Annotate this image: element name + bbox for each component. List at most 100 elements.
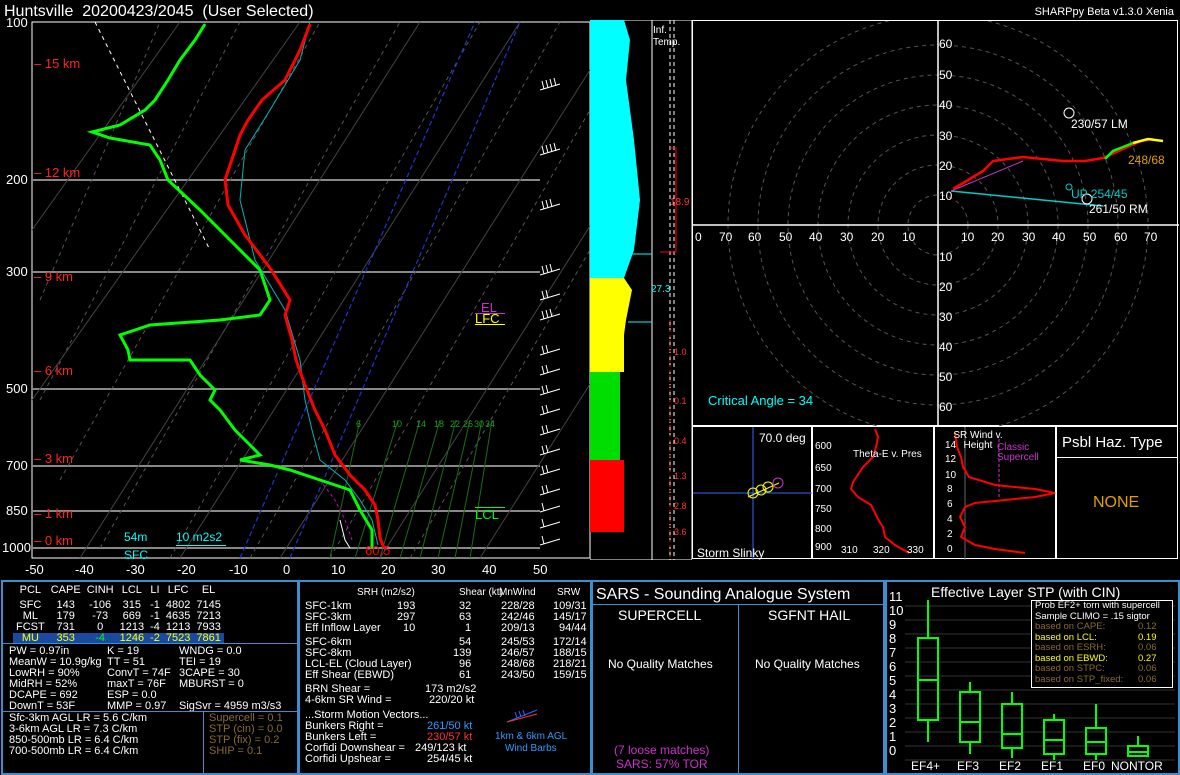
sfc-temp: 60.5 (365, 543, 391, 558)
pressure-label: 100 (6, 15, 28, 30)
temp-tick: 20 (381, 562, 396, 577)
inf-temp-value: 2.8 (674, 501, 687, 511)
thetae-panel[interactable]: 600 650 700 750 800 900 Theta-E v. Pres … (812, 426, 934, 559)
srwind-panel[interactable]: 14 12 10 8 6 4 2 0 SR Wind v. Height Cla… (934, 426, 1056, 560)
version-label: SHARPpy Beta v1.3.0 Xenia (1034, 6, 1174, 18)
hodo-tick: 50 (1083, 230, 1097, 244)
sars-tor: SARS: 57% TOR (616, 757, 708, 771)
mixing-ratio-label: 30 (474, 419, 485, 429)
temp-tick: -30 (126, 562, 145, 577)
thetae-xtick: 320 (873, 545, 890, 556)
hodo-tick: 50 (779, 230, 793, 244)
kin-header: Shear (kt) (459, 587, 503, 598)
srwind-tick: 4 (947, 514, 953, 525)
srwind-tick: 6 (947, 499, 953, 510)
pressure-label: 1000 (2, 540, 31, 555)
indices-col3: WNDG = 0.0 TEI = 19 3CAPE = 30 MBURST = … (179, 646, 281, 712)
inf-temp-value: 1.3 (674, 471, 687, 481)
mixing-ratio-label: 18 (434, 419, 445, 429)
inf-temp-value: 1.0 (674, 347, 687, 357)
mixing-ratio-label: 34 (485, 419, 496, 429)
kinematics-panel[interactable]: SRH (m2/s2) Shear (kt) MnWind SRW SFC-1k… (297, 580, 593, 775)
temp-tick: 50 (533, 562, 548, 577)
pressure-label: 200 (6, 172, 28, 187)
thetae-tick: 900 (815, 542, 832, 553)
thermo-panel[interactable]: PCL CAPE CINH LCL LI LFC EL SFC 143 -106… (1, 580, 300, 775)
temp-tick: 10 (331, 562, 346, 577)
pressure-label: 300 (6, 264, 28, 279)
wind-barbs-icon (506, 709, 538, 723)
table-row[interactable]: SFC 143 -106 315 -1 4802 7145 (13, 600, 224, 611)
hodo-tick: 60 (748, 230, 762, 244)
hodo-tick: 10 (961, 230, 975, 244)
stp-category: EF1 (1041, 759, 1064, 773)
hodo-tick: 70 (1144, 230, 1158, 244)
sr46-value: 220/20 kt (429, 694, 475, 706)
thetae-xtick: 310 (841, 545, 858, 556)
hazard-panel: Psbl Haz. Type NONE (1056, 426, 1178, 559)
srwind-tick: 2 (947, 529, 953, 540)
temp-tick: -40 (75, 562, 94, 577)
pcl-header: CINH (86, 584, 114, 596)
thetae-tick: 600 (815, 441, 832, 452)
kin-rows-2: SFC-6km 54 245/53 172/14 SFC-8km 139 246/57 18… (305, 637, 587, 681)
inf-temp-value: 3.6 (674, 527, 687, 537)
hodo-tick: 30 (1022, 230, 1036, 244)
sfc-height: 54m (124, 530, 148, 544)
srwind-tick: 12 (945, 454, 957, 465)
hodo-tick: 40 (1052, 230, 1066, 244)
lapse-rates: Sfc-3km AGL LR = 5.6 C/km 3-6km AGL LR =… (9, 713, 147, 757)
inf-temp-title2: Temp. (653, 37, 681, 48)
parcel-table: PCL CAPE CINH LCL LI LFC EL SFC 143 -106… (13, 585, 224, 644)
mean-wind-label: 248/68 (1128, 153, 1165, 167)
sfc-label: SFC (124, 548, 148, 562)
classic-supercell-label: Classic Supercell (997, 442, 1039, 463)
thetae-xtick: 330 (907, 545, 924, 556)
critical-angle: Critical Angle = 34 (708, 393, 814, 408)
thetae-tick: 800 (815, 524, 832, 535)
inf-temp-value: 0.1 (674, 396, 687, 406)
inf-temp-value: 0.4 (674, 436, 687, 446)
corfidi-up-value: 254/45 kt (427, 753, 473, 765)
lfc-line (475, 324, 505, 325)
stp-yticks: 11 10 9 8 7 6 5 4 3 2 1 0 (889, 589, 904, 758)
mixing-ratio-label: 22 (450, 419, 461, 429)
hodo-tick: 60 (939, 37, 953, 51)
height-label: – 9 km (34, 269, 74, 284)
thetae-tick: 650 (815, 463, 832, 474)
sars-panel[interactable]: SARS - Sounding Analogue System SUPERCEL… (590, 580, 887, 775)
hodo-tick: 30 (840, 230, 854, 244)
height-label: – 12 km (34, 165, 81, 180)
hodograph-panel[interactable]: 60 50 40 30 20 10 0 70 60 50 40 30 20 10… (692, 20, 1179, 427)
sars-title: SARS - Sounding Analogue System (596, 586, 851, 603)
sars-supercell-header: SUPERCELL (618, 607, 702, 623)
stp-panel[interactable]: Effective Layer STP (with CIN) 11 10 9 8 7 6 5… (883, 580, 1180, 775)
sars-supercell-matches: No Quality Matches (608, 657, 713, 671)
table-row[interactable]: FCST 731 0 1213 -4 1213 7933 (13, 622, 224, 633)
hodo-tick: 70 (719, 230, 733, 244)
barbs-label: 1km & 6km AGL (495, 731, 568, 742)
stp-category: EF0 (1083, 759, 1106, 773)
mixing-ratio-label: 10 (392, 419, 403, 429)
right-mover-label: 261/50 RM (1089, 202, 1148, 216)
kin-header: SRW (557, 587, 581, 598)
stp-prob-box: Prob EF2+ torn with supercell Sample CLI… (1031, 600, 1173, 688)
hodo-tick: 0 (695, 230, 702, 244)
inf-temp-value: 27.3 (651, 284, 671, 295)
hodo-tick: 40 (809, 230, 823, 244)
temp-tick: -10 (229, 562, 248, 577)
sfc-srh-underline (176, 545, 226, 546)
inferred-temp-panel[interactable]: Inf. Temp. 18.9 27.3 1.0 0.1 0.4 1.3 2.8… (590, 20, 692, 560)
corfidi-up-label: Corfidi Upshear = (305, 753, 391, 765)
composite-value: SHIP = 0.1 (209, 745, 263, 757)
hazard-value: NONE (1093, 494, 1140, 511)
temp-tick: -50 (25, 562, 44, 577)
storm-slinky-panel[interactable]: 70.0 deg Storm Slinky (692, 426, 813, 560)
srwind-tick: 8 (947, 484, 953, 495)
skewt-panel[interactable]: 100 200 300 500 700 850 1000 – 15 km – 1… (0, 0, 590, 580)
pressure-label: 500 (6, 381, 28, 396)
stp-category: NONTOR (1111, 759, 1163, 773)
mixing-ratio-label: 6 (356, 419, 362, 429)
sr46-label: 4-6km SR Wind = (305, 694, 392, 706)
hodo-tick: 20 (939, 280, 953, 294)
